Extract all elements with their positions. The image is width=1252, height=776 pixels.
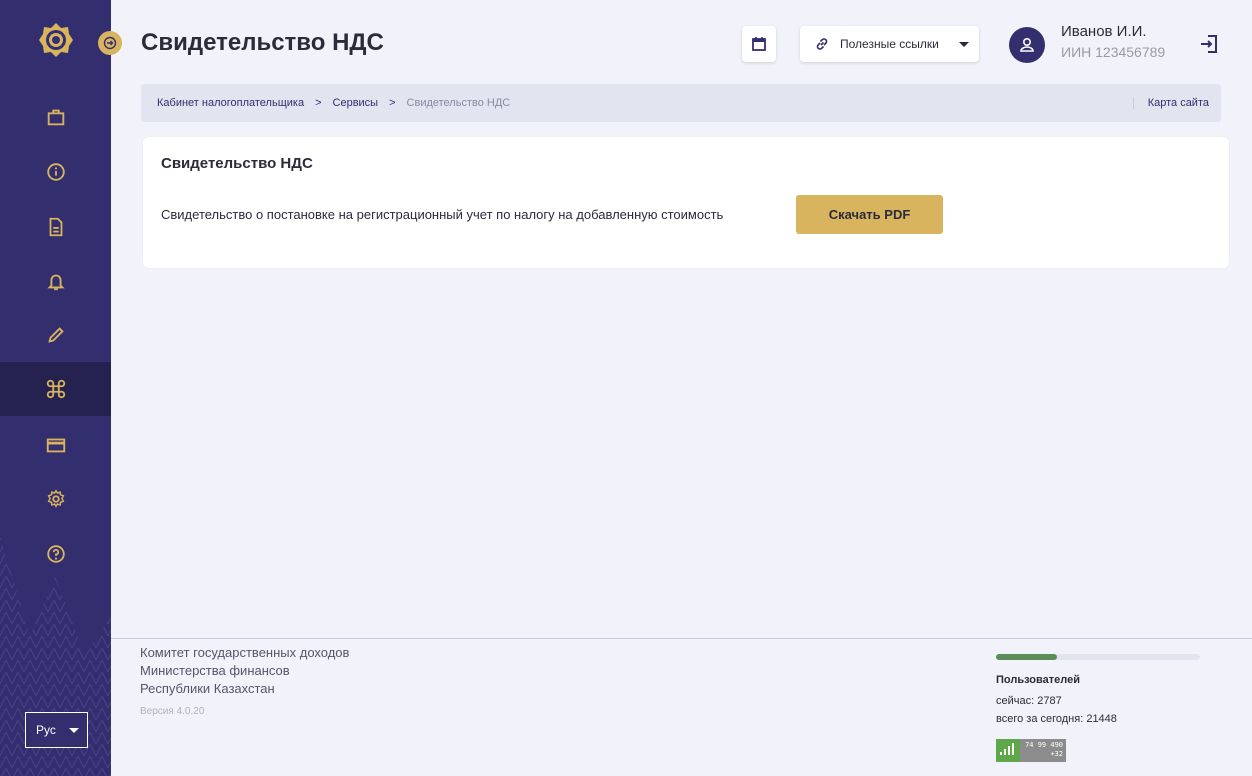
sidebar-item-documents[interactable] — [0, 200, 111, 254]
users-progress-bar — [996, 654, 1200, 660]
logout-button[interactable] — [1198, 33, 1220, 55]
page-title: Свидетельство НДС — [141, 29, 384, 56]
sidebar-item-info[interactable] — [0, 145, 111, 199]
counter-bars-icon — [996, 739, 1020, 762]
calendar-icon — [752, 37, 766, 51]
sidebar-item-cabinet[interactable] — [0, 90, 111, 144]
language-label: Рус — [36, 723, 56, 737]
arrow-right-circle-icon — [103, 36, 117, 50]
card-title: Свидетельство НДС — [161, 155, 313, 172]
users-now: сейчас: 2787 — [996, 695, 1062, 707]
breadcrumb-current: Свидетельство НДС — [406, 97, 511, 109]
info-icon — [46, 163, 65, 181]
chevron-down-icon — [69, 728, 79, 733]
liveinternet-counter[interactable]: 74 99 490 +32 — [996, 739, 1066, 762]
command-icon — [46, 379, 65, 399]
user-name: Иванов И.И. — [1061, 23, 1147, 40]
counter-values: 74 99 490 +32 — [1020, 739, 1066, 762]
sidebar-item-edit[interactable] — [0, 308, 111, 362]
breadcrumb-cabinet[interactable]: Кабинет налогоплательщика — [157, 97, 304, 109]
org-name-line-3: Республики Казахстан — [140, 681, 275, 696]
users-today: всего за сегодня: 21448 — [996, 713, 1117, 725]
user-iin: ИИН 123456789 — [1061, 44, 1166, 60]
breadcrumb-bar: Кабинет налогоплательщика > Сервисы > Св… — [141, 84, 1221, 122]
pencil-icon — [47, 327, 64, 343]
users-title: Пользователей — [996, 674, 1080, 686]
user-icon — [1020, 37, 1034, 52]
logout-icon — [1201, 35, 1217, 53]
sidebar-item-settings[interactable] — [0, 472, 111, 526]
sidebar-toggle-button[interactable] — [98, 31, 122, 55]
calendar-button[interactable] — [742, 26, 776, 62]
sitemap-link[interactable]: Карта сайта — [1132, 97, 1209, 109]
sidebar-item-services[interactable] — [0, 362, 111, 416]
useful-links-dropdown[interactable]: Полезные ссылки — [800, 26, 979, 62]
useful-links-label: Полезные ссылки — [840, 37, 939, 51]
sidebar-item-help[interactable] — [0, 527, 111, 581]
language-select[interactable]: Рус — [25, 712, 88, 748]
breadcrumb-separator: > — [389, 97, 396, 109]
breadcrumb-separator: > — [315, 97, 322, 109]
sidebar-item-payments[interactable] — [0, 418, 111, 472]
sidebar: Рус — [0, 0, 111, 776]
users-progress-fill — [996, 654, 1058, 660]
emblem-logo — [39, 23, 73, 57]
document-icon — [49, 217, 62, 237]
avatar[interactable] — [1009, 27, 1045, 63]
gear-icon — [47, 489, 64, 508]
card-icon — [46, 438, 65, 453]
card-description: Свидетельство о постановке на регистраци… — [161, 207, 724, 222]
breadcrumb: Кабинет налогоплательщика > Сервисы > Св… — [157, 97, 510, 109]
bell-icon — [46, 274, 65, 291]
certificate-card: Свидетельство НДС Свидетельство о постан… — [143, 137, 1229, 268]
link-icon — [816, 38, 828, 50]
chevron-down-icon — [959, 42, 969, 47]
org-name-line-2: Министерства финансов — [140, 663, 290, 678]
counter-total: 74 99 490 — [1025, 741, 1063, 749]
version-label: Версия 4.0.20 — [140, 706, 205, 717]
briefcase-icon — [47, 109, 64, 126]
download-pdf-button[interactable]: Скачать PDF — [796, 195, 943, 234]
help-icon — [46, 545, 65, 563]
breadcrumb-services[interactable]: Сервисы — [333, 97, 379, 109]
org-name-line-1: Комитет государственных доходов — [140, 645, 350, 660]
footer-divider — [111, 638, 1252, 639]
counter-delta: +32 — [1050, 750, 1063, 758]
sidebar-item-notifications[interactable] — [0, 254, 111, 308]
